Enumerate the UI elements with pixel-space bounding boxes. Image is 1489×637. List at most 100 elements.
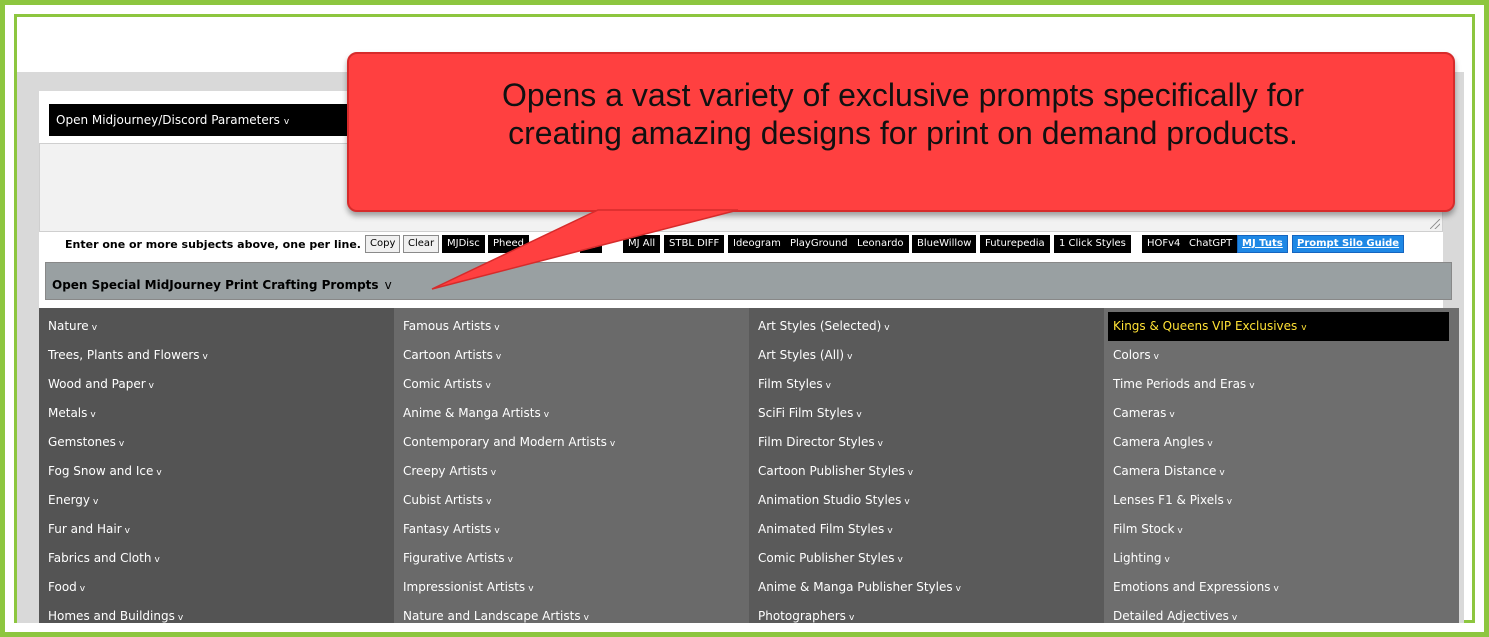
category-item[interactable]: Contemporary and Modern Artists v xyxy=(403,435,615,449)
category-item[interactable]: Energy v xyxy=(48,493,98,507)
category-item[interactable]: Wood and Paper v xyxy=(48,377,154,391)
chevron-down-icon: v xyxy=(79,584,86,594)
category-item[interactable]: Cartoon Publisher Styles v xyxy=(758,464,913,478)
category-item[interactable]: SciFi Film Styles v xyxy=(758,406,862,420)
chevron-down-icon: v xyxy=(507,555,513,565)
vip-exclusives-item[interactable]: Kings & Queens VIP Exclusives v xyxy=(1108,312,1449,341)
category-label: Art Styles (All) xyxy=(758,348,845,362)
category-item[interactable]: Metals v xyxy=(48,406,96,420)
futurepedia-button[interactable]: Futurepedia xyxy=(980,235,1050,253)
category-item[interactable]: Homes and Buildings v xyxy=(48,609,183,623)
category-item[interactable]: Animation Studio Styles v xyxy=(758,493,910,507)
one-click-styles-button[interactable]: 1 Click Styles xyxy=(1054,235,1131,253)
chevron-down-icon: v xyxy=(485,381,491,391)
stbl-diff-button[interactable]: STBL DIFF xyxy=(664,235,725,253)
chevron-down-icon: v xyxy=(490,468,497,478)
chevron-down-icon: v xyxy=(1177,526,1183,536)
category-item[interactable]: Anime & Manga Publisher Styles v xyxy=(758,580,961,594)
category-item[interactable]: Emotions and Expressions v xyxy=(1113,580,1279,594)
category-label: Contemporary and Modern Artists xyxy=(403,435,607,449)
category-item[interactable]: Nature v xyxy=(48,319,97,333)
category-item[interactable]: Animated Film Styles v xyxy=(758,522,893,536)
chevron-down-icon: v xyxy=(384,278,392,292)
category-item[interactable]: Camera Distance v xyxy=(1113,464,1225,478)
category-label: Fog Snow and Ice xyxy=(48,464,154,478)
category-item[interactable]: Lenses F1 & Pixels v xyxy=(1113,493,1232,507)
category-item[interactable]: Detailed Adjectives v xyxy=(1113,609,1237,623)
copy-button[interactable]: Copy xyxy=(365,235,401,253)
category-label: Anime & Manga Publisher Styles xyxy=(758,580,953,594)
category-item[interactable]: Art Styles (All) v xyxy=(758,348,852,362)
category-item[interactable]: Comic Artists v xyxy=(403,377,491,391)
category-label: SciFi Film Styles xyxy=(758,406,854,420)
leonardo-button[interactable]: Leonardo xyxy=(852,235,909,253)
category-item[interactable]: Food v xyxy=(48,580,85,594)
category-item[interactable]: Creepy Artists v xyxy=(403,464,496,478)
mj-tuts-link[interactable]: MJ Tuts xyxy=(1237,235,1288,253)
category-label: Homes and Buildings xyxy=(48,609,175,623)
category-item[interactable]: Cartoon Artists v xyxy=(403,348,501,362)
category-item[interactable]: Art Styles (Selected) v xyxy=(758,319,890,333)
category-item[interactable]: Camera Angles v xyxy=(1113,435,1213,449)
category-item[interactable]: Colors v xyxy=(1113,348,1159,362)
print-crafting-prompts-toggle[interactable]: Open Special MidJourney Print Crafting P… xyxy=(45,262,1452,300)
category-label: Fabrics and Cloth xyxy=(48,551,152,565)
category-item[interactable]: Film Styles v xyxy=(758,377,831,391)
category-item[interactable]: Film Director Styles v xyxy=(758,435,883,449)
category-label: Detailed Adjectives xyxy=(1113,609,1229,623)
category-item[interactable]: Trees, Plants and Flowers v xyxy=(48,348,208,362)
clear-button[interactable]: Clear xyxy=(403,235,440,253)
chevron-down-icon: v xyxy=(856,410,862,420)
chatgpt-button[interactable]: ChatGPT xyxy=(1184,235,1238,253)
chevron-down-icon: v xyxy=(148,381,154,391)
category-label: Photographers xyxy=(758,609,846,623)
mj-all-button[interactable]: MJ All xyxy=(623,235,661,253)
chevron-down-icon: v xyxy=(1249,381,1255,391)
category-column: Kings & Queens VIP Exclusives v Colors v Tim… xyxy=(1104,308,1459,623)
category-item[interactable]: Nature and Landscape Artists v xyxy=(403,609,589,623)
category-item[interactable]: Cameras v xyxy=(1113,406,1175,420)
chevron-down-icon: v xyxy=(904,497,910,507)
category-item[interactable]: Impressionist Artists v xyxy=(403,580,534,594)
category-item[interactable]: Film Stock v xyxy=(1113,522,1183,536)
category-label: Lenses F1 & Pixels xyxy=(1113,493,1224,507)
ideogram-button[interactable]: Ideogram xyxy=(728,235,786,253)
category-item[interactable]: Fog Snow and Ice v xyxy=(48,464,162,478)
chevron-down-icon: v xyxy=(907,468,914,478)
category-column: Famous Artists v Cartoon Artists v Comic Art… xyxy=(394,308,749,623)
category-label: Gemstones xyxy=(48,435,116,449)
chevron-down-icon: v xyxy=(1164,555,1170,565)
mjdisc-button[interactable]: MJDisc xyxy=(442,235,485,253)
category-item[interactable]: Famous Artists v xyxy=(403,319,500,333)
callout-annotation: Opens a vast variety of exclusive prompt… xyxy=(347,52,1455,212)
chevron-down-icon: v xyxy=(495,352,502,362)
category-item[interactable]: Fabrics and Cloth v xyxy=(48,551,160,565)
category-item[interactable]: Time Periods and Eras v xyxy=(1113,377,1255,391)
category-label: Trees, Plants and Flowers xyxy=(48,348,200,362)
category-item[interactable]: Anime & Manga Artists v xyxy=(403,406,549,420)
category-label: Comic Publisher Styles xyxy=(758,551,895,565)
category-item[interactable]: Gemstones v xyxy=(48,435,124,449)
category-item[interactable]: Photographers v xyxy=(758,609,854,623)
playground-button[interactable]: PlayGround xyxy=(785,235,853,253)
pheedback-button[interactable]: Pheed xyxy=(488,235,530,253)
toolbar: Enter one or more subjects above, one pe… xyxy=(39,235,1443,255)
chevron-down-icon: v xyxy=(1226,497,1233,507)
category-item[interactable]: Lighting v xyxy=(1113,551,1170,565)
bluewillow-button[interactable]: BlueWillow xyxy=(912,235,977,253)
category-label: Film Stock xyxy=(1113,522,1175,536)
category-label: Art Styles (Selected) xyxy=(758,319,882,333)
category-item[interactable]: Comic Publisher Styles v xyxy=(758,551,903,565)
chevron-down-icon: v xyxy=(494,526,500,536)
prompt-silo-guide-link[interactable]: Prompt Silo Guide xyxy=(1292,235,1405,253)
callout-line-1: Opens a vast variety of exclusive prompt… xyxy=(501,77,1305,113)
category-item[interactable]: Fur and Hair v xyxy=(48,522,130,536)
hofv4-button[interactable]: HOFv4 xyxy=(1142,235,1186,253)
category-item[interactable]: Fantasy Artists v xyxy=(403,522,500,536)
category-item[interactable]: Cubist Artists v xyxy=(403,493,491,507)
resize-grip-icon[interactable] xyxy=(1430,219,1440,229)
chevron-down-icon: v xyxy=(955,584,961,594)
hidden-mj-button[interactable]: MJ xyxy=(580,235,602,253)
category-label: Cameras xyxy=(1113,406,1167,420)
category-item[interactable]: Figurative Artists v xyxy=(403,551,513,565)
